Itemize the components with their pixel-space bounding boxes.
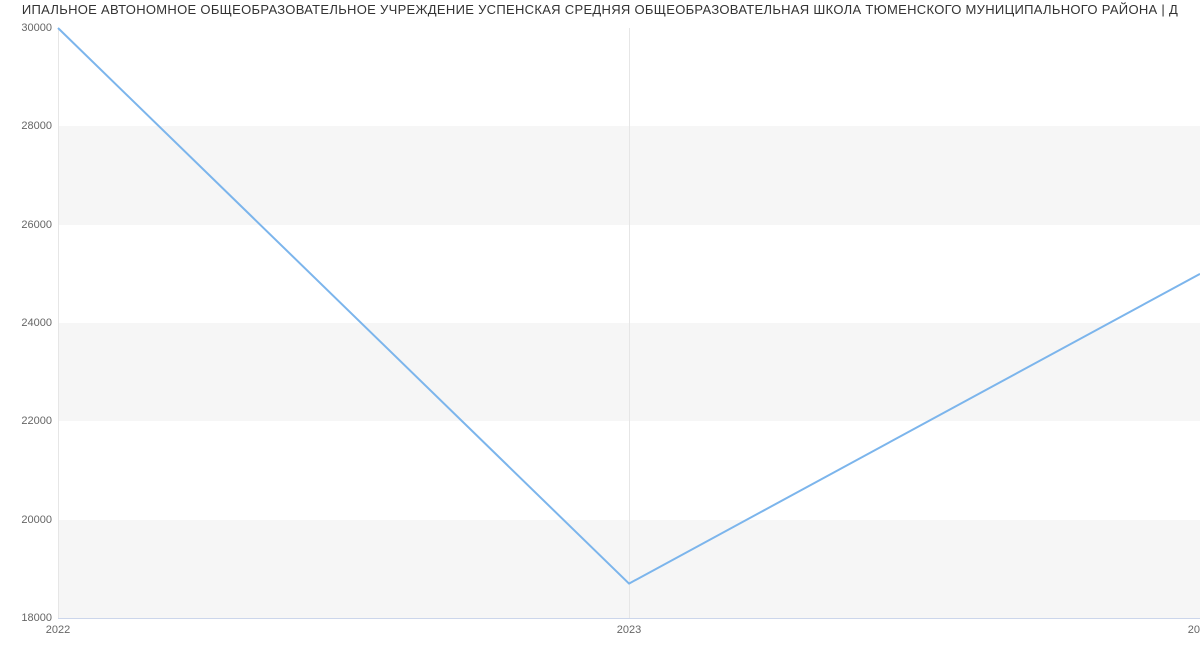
plot-area: 1800020000220002400026000280003000020222… — [58, 28, 1200, 618]
x-tick-label: 2024 — [1188, 618, 1200, 636]
y-tick-label: 24000 — [21, 317, 58, 329]
line-series — [58, 28, 1200, 618]
x-tick-label: 2023 — [617, 618, 641, 636]
chart-title: ИПАЛЬНОЕ АВТОНОМНОЕ ОБЩЕОБРАЗОВАТЕЛЬНОЕ … — [0, 2, 1200, 17]
y-tick-label: 22000 — [21, 415, 58, 427]
y-tick-label: 20000 — [21, 514, 58, 526]
y-tick-label: 26000 — [21, 219, 58, 231]
y-tick-label: 28000 — [21, 120, 58, 132]
x-tick-label: 2022 — [46, 618, 70, 636]
y-tick-label: 30000 — [21, 22, 58, 34]
